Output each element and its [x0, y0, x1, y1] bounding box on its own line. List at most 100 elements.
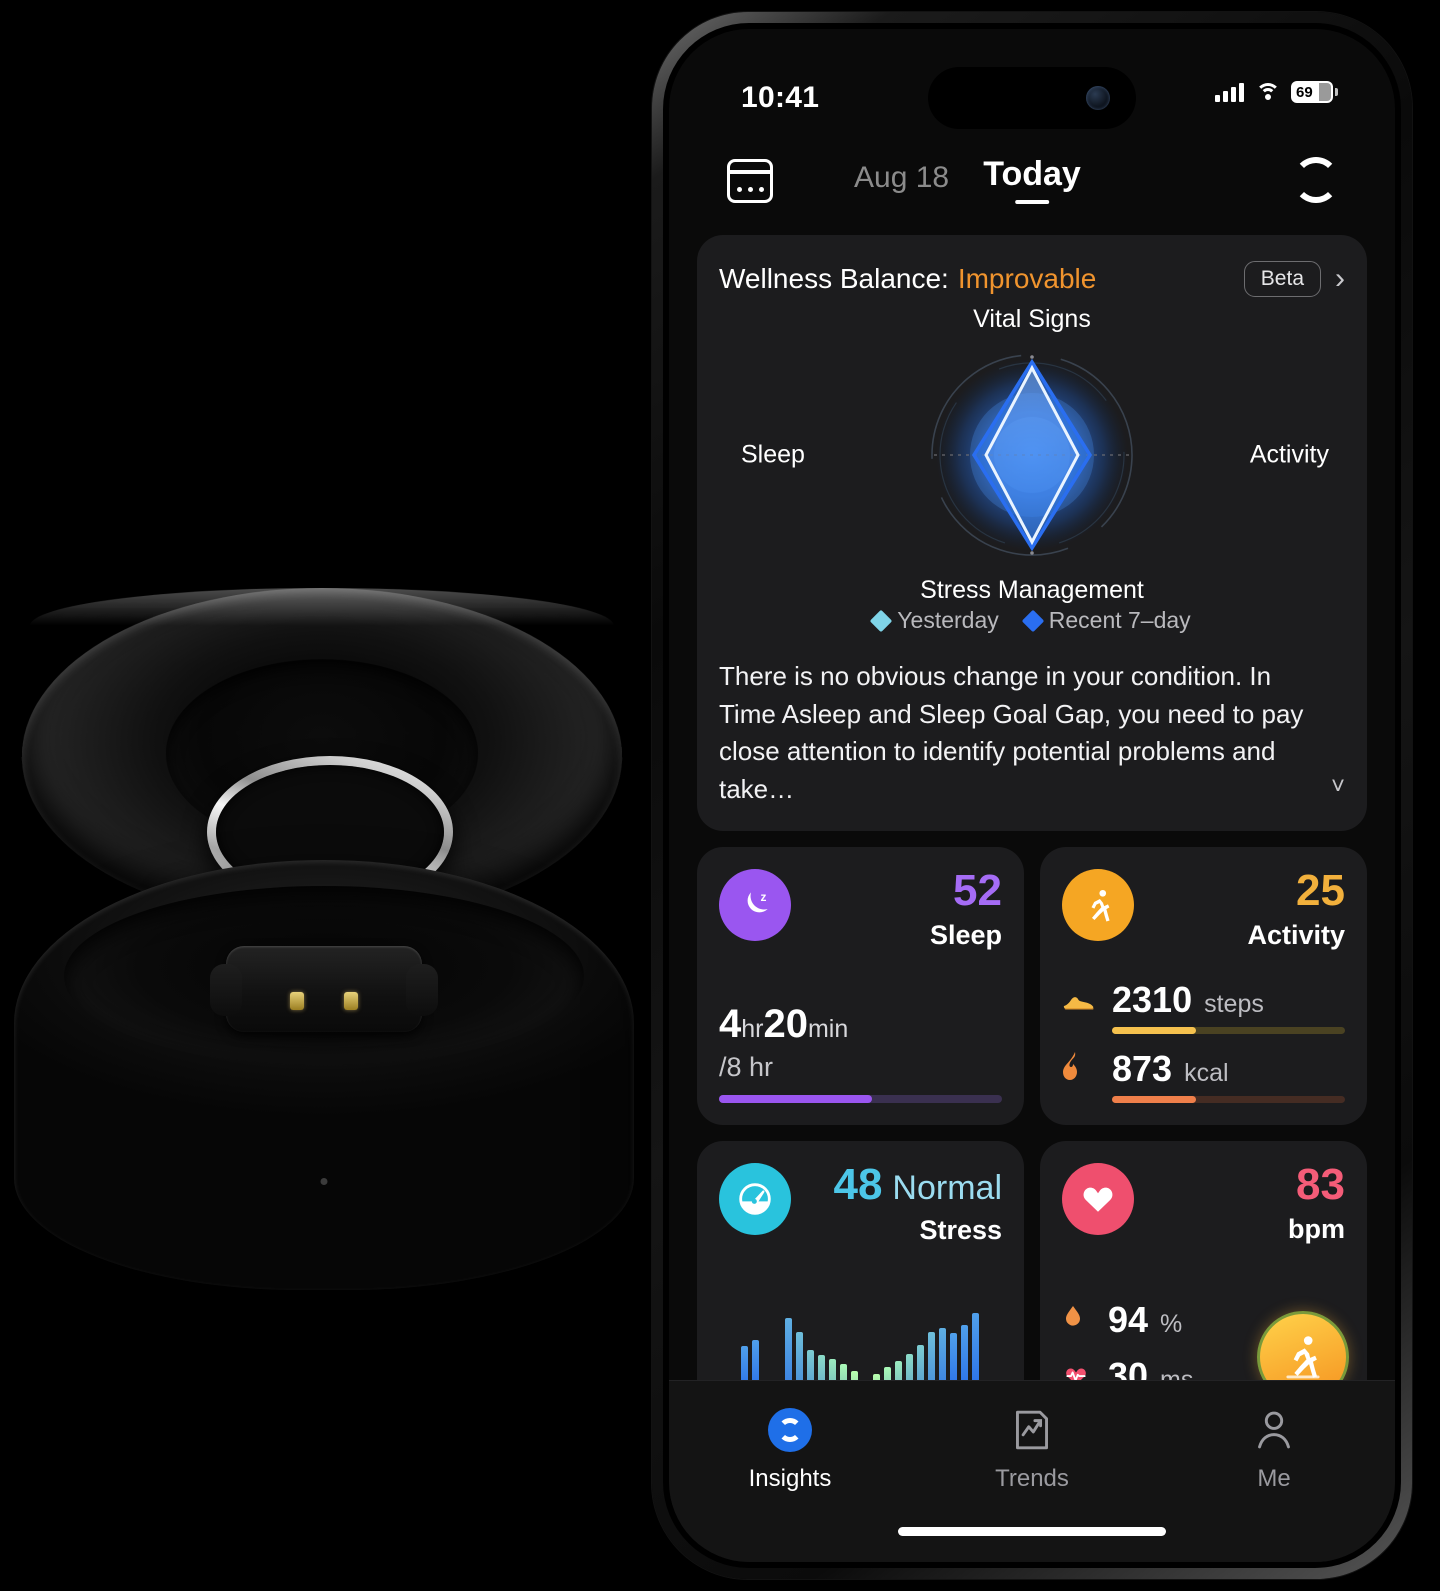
- dynamic-island: [928, 67, 1136, 129]
- date-tab-previous[interactable]: Aug 18: [854, 161, 949, 195]
- wellness-status: Improvable: [957, 263, 1097, 294]
- calendar-dots: [730, 187, 770, 192]
- phone-bezel: 10:41 69 Aug 18 Today Wellness Balance: …: [663, 23, 1401, 1568]
- activity-steps-value: 2310: [1112, 978, 1193, 1020]
- activity-rows: 2310 steps 873 kcal: [1062, 979, 1345, 1103]
- wellness-description[interactable]: There is no obvious change in your condi…: [719, 658, 1345, 809]
- activity-card[interactable]: 25 Activity 2310 steps 873 kcal: [1040, 846, 1367, 1125]
- sleep-label: Sleep: [929, 919, 1002, 950]
- shoe-icon: [1062, 989, 1100, 1017]
- tab-insights-label: Insights: [748, 1465, 832, 1492]
- battery-percent-label: 69: [1296, 83, 1313, 101]
- radar-axis-label-sleep: Sleep: [741, 440, 805, 469]
- svg-text:z: z: [761, 890, 767, 904]
- date-tab-today-label: Today: [983, 155, 1081, 193]
- stress-card[interactable]: 48 Normal Stress: [697, 1140, 1024, 1419]
- stress-label: Stress: [919, 1214, 1002, 1245]
- moon-sleep-icon: z: [719, 868, 791, 941]
- stress-gauge-glyph: [739, 1182, 771, 1215]
- heart-rate-card-header: 83 bpm: [1062, 1162, 1345, 1245]
- heart-rate-unit: bpm: [1288, 1213, 1345, 1244]
- legend-label-recent-7-day: Recent 7–day: [1048, 607, 1191, 633]
- radar-axis-label-vital-signs: Vital Signs: [973, 305, 1091, 333]
- flame-icon: [1062, 1051, 1100, 1086]
- stress-score: 48: [833, 1159, 883, 1209]
- activity-steps-track: [1112, 1026, 1345, 1034]
- battery-icon: 69: [1291, 81, 1338, 103]
- ring-charging-case-image: [0, 560, 660, 1591]
- sync-ring-icon[interactable]: [1293, 157, 1339, 203]
- stress-level: Normal: [892, 1168, 1002, 1207]
- spo2-row: 94 %: [1062, 1299, 1193, 1341]
- shoe-glyph: [1063, 996, 1094, 1010]
- tab-trends[interactable]: Trends: [911, 1407, 1153, 1493]
- activity-row-kcal: 873 kcal: [1062, 1048, 1345, 1103]
- beta-badge: Beta: [1243, 261, 1321, 297]
- stress-gauge-icon: [719, 1162, 791, 1235]
- metric-cards-grid: z 52 Sleep 4hr20min /8 hr 25 Activity 23…: [697, 846, 1367, 1419]
- sleep-minutes-unit: min: [807, 1014, 849, 1043]
- tab-trends-label: Trends: [995, 1465, 1069, 1492]
- insights-ring-arc: [778, 1418, 802, 1442]
- activity-score: 25: [1296, 865, 1345, 915]
- main-content: Wellness Balance: Improvable Beta › Vita…: [669, 235, 1395, 1419]
- case-led-indicator: [320, 1178, 328, 1185]
- sleep-card[interactable]: z 52 Sleep 4hr20min /8 hr: [697, 846, 1024, 1125]
- trends-chart-icon: [1009, 1407, 1055, 1453]
- heart-rate-value-block: 83 bpm: [1288, 1162, 1345, 1245]
- sleep-minutes-value: 20: [763, 1001, 808, 1046]
- person-icon: [1251, 1407, 1297, 1453]
- person-glyph: [1258, 1411, 1290, 1449]
- sleep-hours-unit: hr: [741, 1014, 764, 1043]
- flame-glyph: [1063, 1051, 1077, 1080]
- phone-screen: 10:41 69 Aug 18 Today Wellness Balance: …: [669, 29, 1395, 1562]
- wellness-balance-card[interactable]: Wellness Balance: Improvable Beta › Vita…: [697, 235, 1367, 831]
- sleep-progress-fill: [719, 1094, 872, 1103]
- sleep-score-block: 52 Sleep: [929, 865, 1002, 951]
- radar-axis-label-activity: Activity: [1249, 440, 1329, 469]
- cellular-bars-icon: [1215, 82, 1244, 102]
- tab-insights[interactable]: Insights: [669, 1407, 911, 1493]
- tab-me-label: Me: [1257, 1465, 1291, 1492]
- trends-chart-glyph: [1016, 1410, 1048, 1450]
- blood-oxygen-drop-glyph: [1066, 1305, 1080, 1326]
- tab-me[interactable]: Me: [1153, 1407, 1395, 1493]
- sync-ring-arc: [1293, 157, 1339, 203]
- calendar-icon[interactable]: [727, 159, 773, 203]
- legend-item-recent-7-day: Recent 7–day: [1021, 607, 1191, 634]
- spo2-value: 94: [1108, 1298, 1149, 1340]
- activity-row-steps: 2310 steps: [1062, 979, 1345, 1034]
- activity-kcal-fill: [1112, 1095, 1196, 1103]
- activity-card-header: 25 Activity: [1062, 865, 1345, 951]
- activity-score-block: 25 Activity: [1247, 865, 1345, 951]
- wellness-radar-chart: Vital Signs Sleep Activity Stress Manage…: [719, 305, 1345, 605]
- activity-steps-unit: steps: [1204, 989, 1264, 1018]
- legend-label-yesterday: Yesterday: [897, 607, 999, 633]
- activity-steps-fill: [1112, 1026, 1196, 1034]
- insights-ring-badge: [768, 1408, 812, 1452]
- chevron-right-icon[interactable]: ›: [1335, 264, 1345, 294]
- legend-item-yesterday: Yesterday: [869, 607, 999, 634]
- sleep-duration: 4hr20min: [719, 1002, 848, 1047]
- radar-legend: Yesterday Recent 7–day: [719, 607, 1345, 634]
- status-bar-clock: 10:41: [741, 81, 820, 114]
- charging-pin-right: [344, 992, 358, 1010]
- sleep-goal-label: /8 hr: [719, 1051, 774, 1082]
- date-tab-today[interactable]: Today: [983, 155, 1081, 204]
- charging-puck: [210, 946, 438, 1032]
- stress-score-row: 48 Normal: [833, 1159, 1002, 1209]
- wellness-card-header: Wellness Balance: Improvable Beta ›: [719, 261, 1345, 297]
- sleep-card-header: z 52 Sleep: [719, 865, 1002, 951]
- legend-swatch-yesterday: [869, 609, 893, 632]
- date-tab-today-underline: [1014, 200, 1049, 204]
- sleep-score: 52: [953, 865, 1002, 915]
- insights-ring-icon: [767, 1407, 813, 1453]
- stress-score-block: 48 Normal Stress: [833, 1159, 1002, 1246]
- activity-kcal-track: [1112, 1095, 1345, 1103]
- activity-badge-glyph: [1286, 1335, 1320, 1379]
- heart-rate-card[interactable]: 83 bpm 94 % 30: [1040, 1140, 1367, 1419]
- chevron-down-icon[interactable]: ˅: [1331, 770, 1345, 805]
- bottom-tab-bar: Insights Trends Me: [669, 1380, 1395, 1562]
- wifi-icon: [1255, 82, 1280, 102]
- phone-device: 10:41 69 Aug 18 Today Wellness Balance: …: [652, 12, 1412, 1579]
